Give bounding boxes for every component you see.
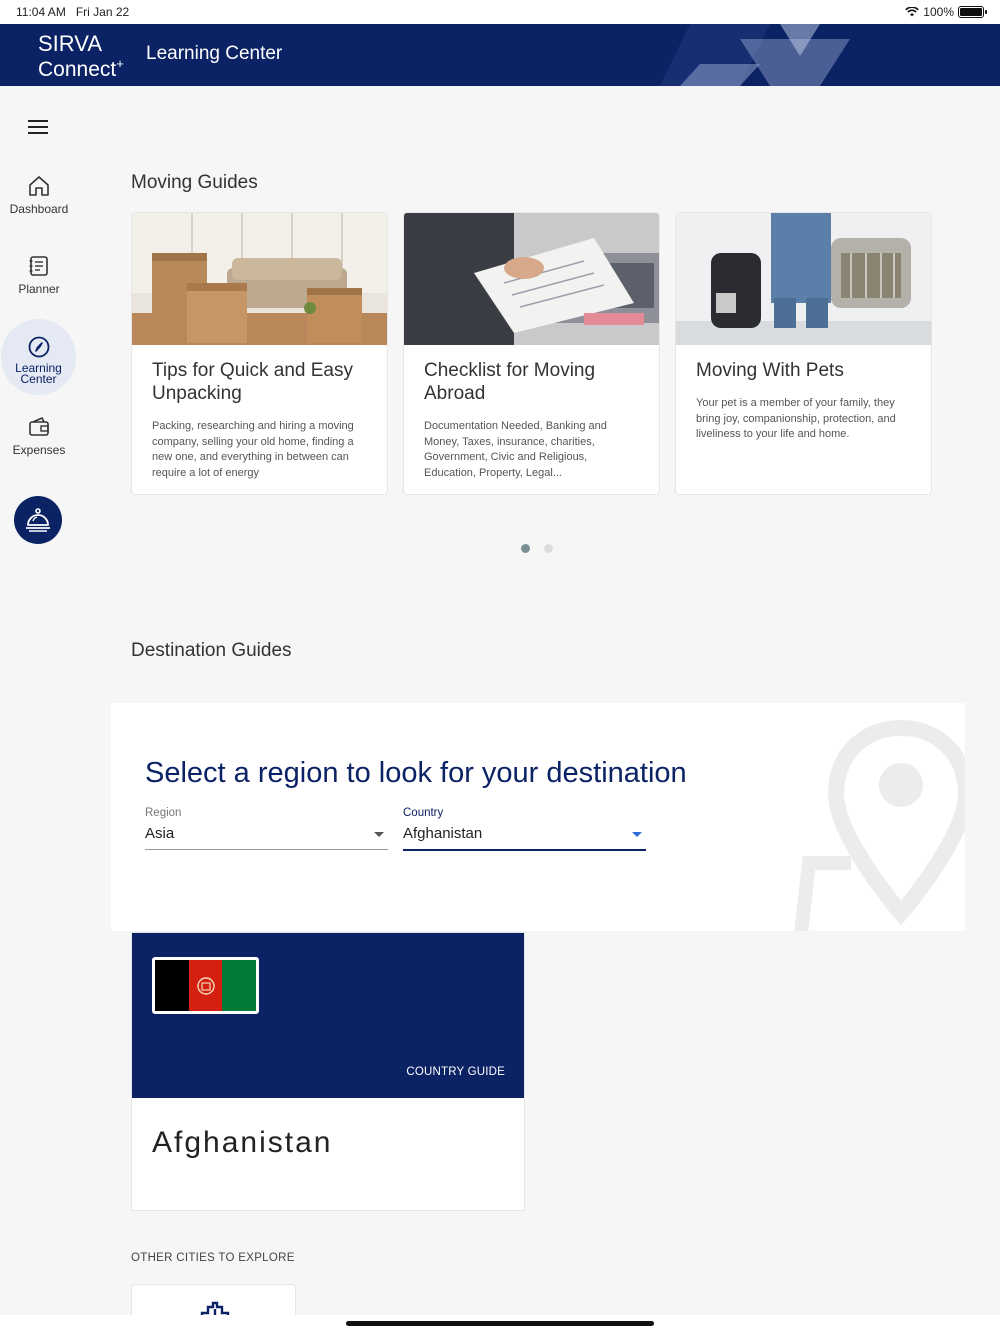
unpacking-photo — [132, 213, 387, 345]
pets-photo — [676, 213, 931, 345]
home-indicator — [0, 1315, 1000, 1334]
home-icon — [29, 176, 49, 196]
country-guide-hero: COUNTRY GUIDE — [132, 933, 524, 1098]
chevron-down-icon — [632, 832, 642, 837]
guide-card-title: Tips for Quick and Easy Unpacking — [152, 360, 353, 404]
status-date: Fri Jan 22 — [75, 5, 130, 19]
checklist-photo — [404, 213, 659, 345]
battery-icon — [958, 6, 987, 18]
region-select[interactable]: Region Asia — [145, 807, 388, 850]
country-name: Afghanistan — [152, 1126, 333, 1159]
carousel-dot-1[interactable] — [521, 544, 530, 553]
wallet-icon — [29, 416, 49, 436]
chevron-down-icon — [374, 832, 384, 837]
carousel-pagination — [521, 544, 553, 553]
map-pin-icon — [794, 719, 965, 931]
sidebar-item-label: Expenses — [12, 443, 66, 457]
sidebar-item-label: Planner — [18, 282, 60, 296]
guide-card-description: Your pet is a member of your family, the… — [696, 397, 896, 441]
concierge-button[interactable] — [14, 496, 62, 544]
page-title: Learning Center — [146, 43, 283, 64]
guide-card-description: Documentation Needed, Banking and Money,… — [424, 420, 607, 480]
region-selector-panel: Select a region to look for your destina… — [111, 703, 965, 931]
country-guide-label: COUNTRY GUIDE — [406, 1066, 505, 1078]
region-value: Asia — [145, 825, 175, 842]
concierge-bell-icon — [26, 508, 50, 532]
status-time: 11:04 AM — [16, 5, 66, 19]
sidebar-item-dashboard[interactable]: Dashboard — [0, 174, 78, 216]
sidebar-item-label-line2: Center — [20, 372, 57, 386]
country-value: Afghanistan — [403, 825, 483, 842]
guide-card-moving-with-pets[interactable]: Moving With Pets Your pet is a member of… — [675, 212, 932, 495]
guide-card-title: Moving With Pets — [696, 360, 844, 381]
battery-percent: 100% — [923, 5, 954, 19]
sidebar-item-label: Dashboard — [9, 202, 69, 216]
sirva-connect-logo: SIRVA Connect+ — [38, 31, 124, 81]
menu-icon[interactable] — [28, 120, 48, 134]
planner-icon — [29, 256, 48, 276]
sidebar: Dashboard Planner Learning Center Expens… — [0, 86, 78, 1316]
other-cities-heading: OTHER CITIES TO EXPLORE — [131, 1252, 295, 1264]
guide-card-moving-abroad[interactable]: Checklist for Moving Abroad Documentatio… — [403, 212, 660, 495]
carousel-dot-2[interactable] — [544, 544, 553, 553]
country-guide-card[interactable]: COUNTRY GUIDE Afghanistan — [131, 932, 525, 1211]
wifi-icon — [905, 7, 920, 17]
destination-guides-heading: Destination Guides — [131, 640, 292, 661]
country-select[interactable]: Country Afghanistan — [403, 807, 646, 851]
app-header: SIRVA Connect+ Learning Center — [0, 24, 1000, 86]
sidebar-item-planner[interactable]: Planner — [0, 254, 78, 296]
region-label: Region — [145, 807, 182, 819]
guide-card-unpacking[interactable]: Tips for Quick and Easy Unpacking Packin… — [131, 212, 388, 495]
country-label: Country — [403, 807, 444, 819]
sidebar-item-learning-center[interactable]: Learning Center — [1, 319, 76, 395]
afghanistan-flag-icon — [152, 957, 259, 1014]
compass-icon — [28, 336, 49, 358]
guide-card-description: Packing, researching and hiring a moving… — [152, 420, 354, 480]
status-bar: 11:04 AM Fri Jan 22 100% — [0, 0, 1000, 24]
region-prompt: Select a region to look for your destina… — [145, 757, 687, 789]
sidebar-item-expenses[interactable]: Expenses — [0, 415, 78, 457]
moving-guides-heading: Moving Guides — [131, 172, 258, 193]
guide-card-title: Checklist for Moving Abroad — [424, 360, 596, 404]
